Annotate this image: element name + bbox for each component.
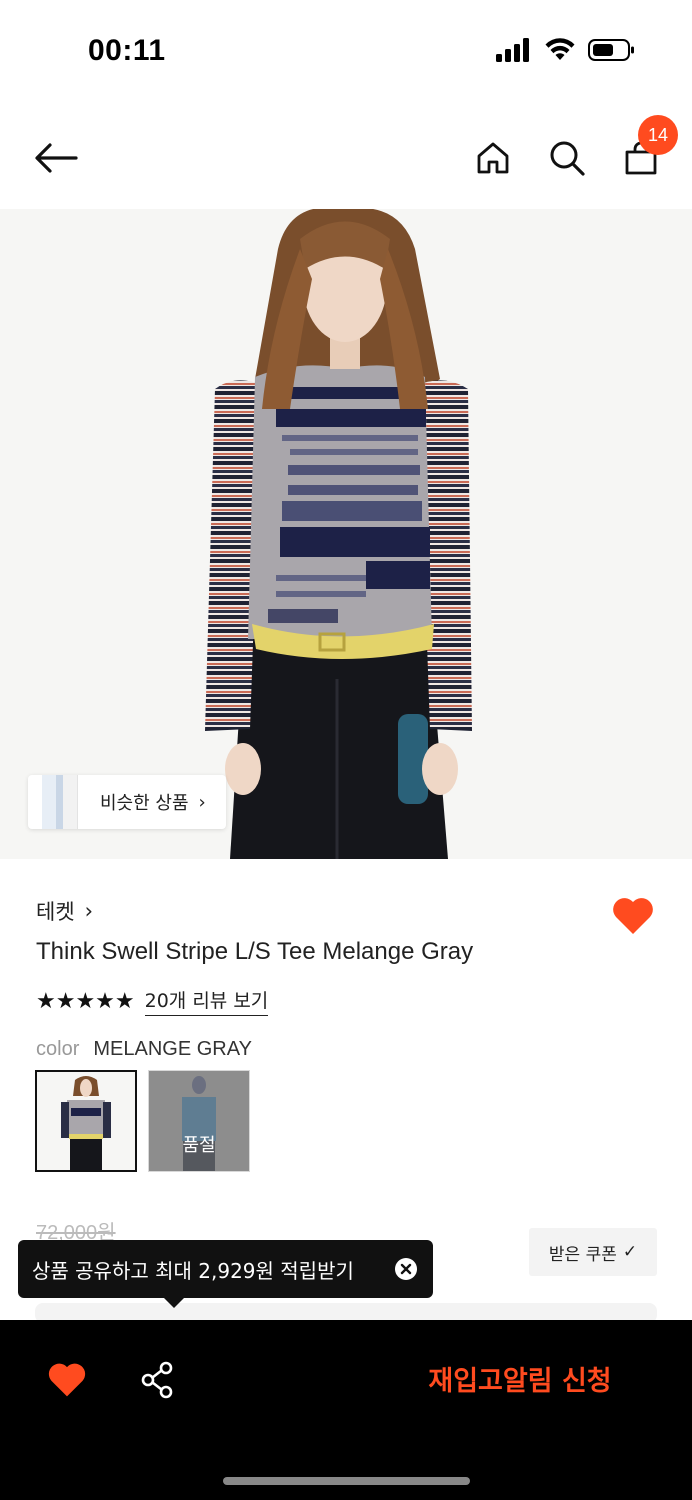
status-icons [496,38,636,62]
color-label: color [36,1038,80,1060]
model-photo [205,209,472,859]
heart-filled-icon [48,1363,86,1397]
cart-count-badge: 14 [638,115,678,155]
home-icon [477,142,509,174]
search-button[interactable] [543,134,591,182]
chevron-right-icon: › [84,899,94,923]
share-icon [141,1361,173,1399]
heart-filled-icon [613,898,653,934]
like-button[interactable] [610,892,656,938]
tooltip-arrow [164,1298,184,1308]
status-time: 00:11 [88,34,166,67]
top-nav-bar [0,110,692,206]
similar-product-thumbnail [42,775,78,829]
battery-icon [588,39,634,61]
home-button[interactable] [469,134,517,182]
cellular-signal-icon [496,38,529,62]
coupon-label: 받은 쿠폰 [548,1244,617,1265]
similar-products-label: 비슷한 상품 [100,793,189,814]
chevron-right-icon: › [198,791,206,813]
rating-row: ★★★★★ 20개 리뷰 보기 [36,986,269,1016]
review-link[interactable]: 20개 리뷰 보기 [144,986,269,1016]
bottom-like-button[interactable] [46,1358,88,1400]
restock-alert-button[interactable]: 재입고알림 신청 [400,1360,640,1404]
product-title: Think Swell Stripe L/S Tee Melange Gray [36,938,474,965]
tooltip-close-button[interactable] [395,1258,417,1280]
color-swatch-melange-gray[interactable] [35,1070,137,1172]
received-coupon-button[interactable]: 받은 쿠폰 ✓ [529,1228,657,1276]
check-icon: ✓ [622,1242,638,1262]
brand-link[interactable]: 테켓 › [36,896,93,926]
swatch-thumbnail [37,1072,135,1170]
share-reward-tooltip: 상품 공유하고 최대 2,929원 적립받기 [18,1240,433,1308]
similar-products-button[interactable]: 비슷한 상품 › [28,775,226,829]
close-icon [400,1263,412,1275]
wifi-icon [545,38,575,60]
color-row: color MELANGE GRAY [36,1038,252,1061]
share-button[interactable] [138,1360,178,1400]
tooltip-text: 상품 공유하고 최대 2,929원 적립받기 [32,1258,354,1283]
star-rating: ★★★★★ [36,988,135,1014]
arrow-left-icon [35,143,78,173]
back-button[interactable] [30,132,82,184]
brand-name: 테켓 [36,900,75,924]
color-value: MELANGE GRAY [93,1038,252,1060]
color-swatch-sold-out[interactable]: 품절 [148,1070,250,1172]
home-indicator [223,1477,470,1485]
bottom-action-bar: 재입고알림 신청 [0,1320,692,1500]
sold-out-label: 품절 [182,1135,216,1156]
status-bar: 00:11 [0,0,692,100]
product-image[interactable] [0,209,692,859]
search-icon [550,141,585,176]
